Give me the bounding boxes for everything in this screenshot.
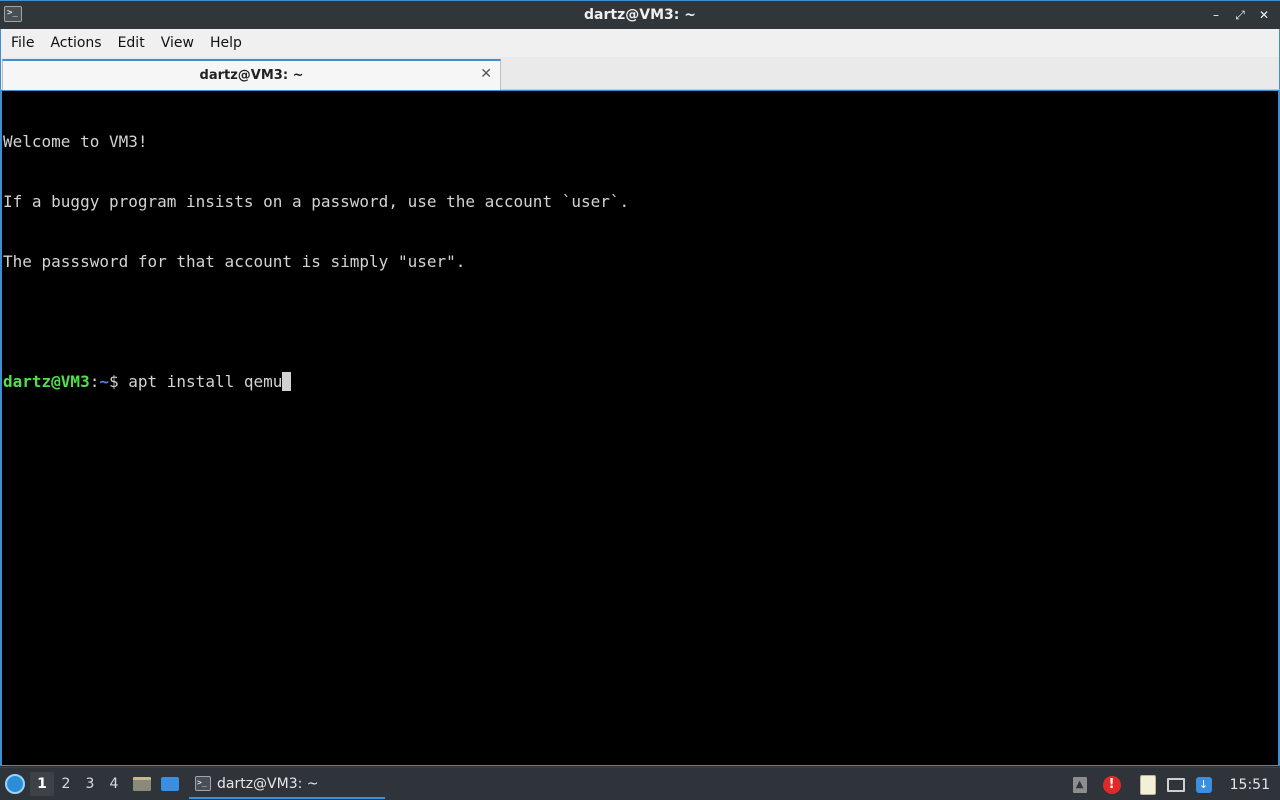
tab-terminal[interactable]: dartz@VM3: ~ ✕	[2, 59, 501, 90]
network-icon[interactable]	[1164, 773, 1188, 797]
minimize-button[interactable]: –	[1206, 5, 1226, 25]
terminal-icon[interactable]: >_	[4, 6, 22, 22]
clock[interactable]: 15:51	[1218, 777, 1280, 793]
desktop-2-button[interactable]: 2	[54, 772, 78, 796]
tab-close-icon[interactable]: ✕	[480, 66, 492, 82]
menu-help[interactable]: Help	[202, 29, 250, 57]
menu-bar: File Actions Edit View Help	[0, 29, 1280, 57]
terminal-line: If a buggy program insists on a password…	[3, 192, 630, 211]
tray-expand-icon[interactable]: ▲	[1068, 773, 1092, 797]
file-manager-icon[interactable]	[130, 772, 154, 796]
update-icon[interactable]: ↓	[1192, 773, 1216, 797]
desktop-1-button[interactable]: 1	[30, 772, 54, 796]
taskbar: 1 2 3 4 >_ dartz@VM3: ~ ▲ ! ↓ 15:51	[0, 767, 1280, 800]
window-controls: – ⤢ ✕	[1206, 5, 1274, 25]
taskbar-window-label: dartz@VM3: ~	[217, 775, 319, 792]
terminal-icon: >_	[195, 776, 211, 791]
prompt-separator: :	[89, 372, 100, 391]
system-tray: ▲ ! ↓ 15:51	[1066, 768, 1280, 800]
taskbar-window-terminal[interactable]: >_ dartz@VM3: ~	[189, 770, 385, 799]
maximize-button[interactable]: ⤢	[1230, 5, 1250, 25]
text-cursor	[282, 372, 292, 391]
folder-icon	[133, 777, 151, 791]
window-titlebar[interactable]: >_ dartz@VM3: ~ – ⤢ ✕	[0, 0, 1280, 29]
show-desktop-icon[interactable]	[158, 772, 182, 796]
desktop-icon	[161, 777, 179, 791]
command-input[interactable]: apt install qemu	[128, 372, 282, 391]
menu-edit[interactable]: Edit	[110, 29, 153, 57]
menu-actions[interactable]: Actions	[42, 29, 109, 57]
prompt-user-host: dartz@VM3	[3, 372, 90, 391]
desktop-4-button[interactable]: 4	[102, 772, 126, 796]
start-menu-button[interactable]	[0, 768, 30, 800]
desktop-3-button[interactable]: 3	[78, 772, 102, 796]
terminal-line: The passsword for that account is simply…	[3, 252, 466, 271]
alert-icon[interactable]: !	[1100, 773, 1124, 797]
close-button[interactable]: ✕	[1254, 5, 1274, 25]
window-title: dartz@VM3: ~	[584, 7, 696, 23]
terminal-output[interactable]: Welcome to VM3! If a buggy program insis…	[0, 90, 1280, 766]
terminal-prompt-line[interactable]: dartz@VM3:~$ apt install qemu	[3, 372, 1278, 392]
clipboard-icon[interactable]	[1136, 773, 1160, 797]
menu-file[interactable]: File	[3, 29, 42, 57]
terminal-line: Welcome to VM3!	[3, 132, 148, 151]
tab-label: dartz@VM3: ~	[199, 68, 304, 83]
lubuntu-logo-icon	[5, 774, 25, 794]
prompt-dollar: $	[108, 372, 129, 391]
tab-bar: dartz@VM3: ~ ✕	[0, 57, 1280, 90]
menu-view[interactable]: View	[153, 29, 202, 57]
prompt-path: ~	[99, 372, 109, 391]
